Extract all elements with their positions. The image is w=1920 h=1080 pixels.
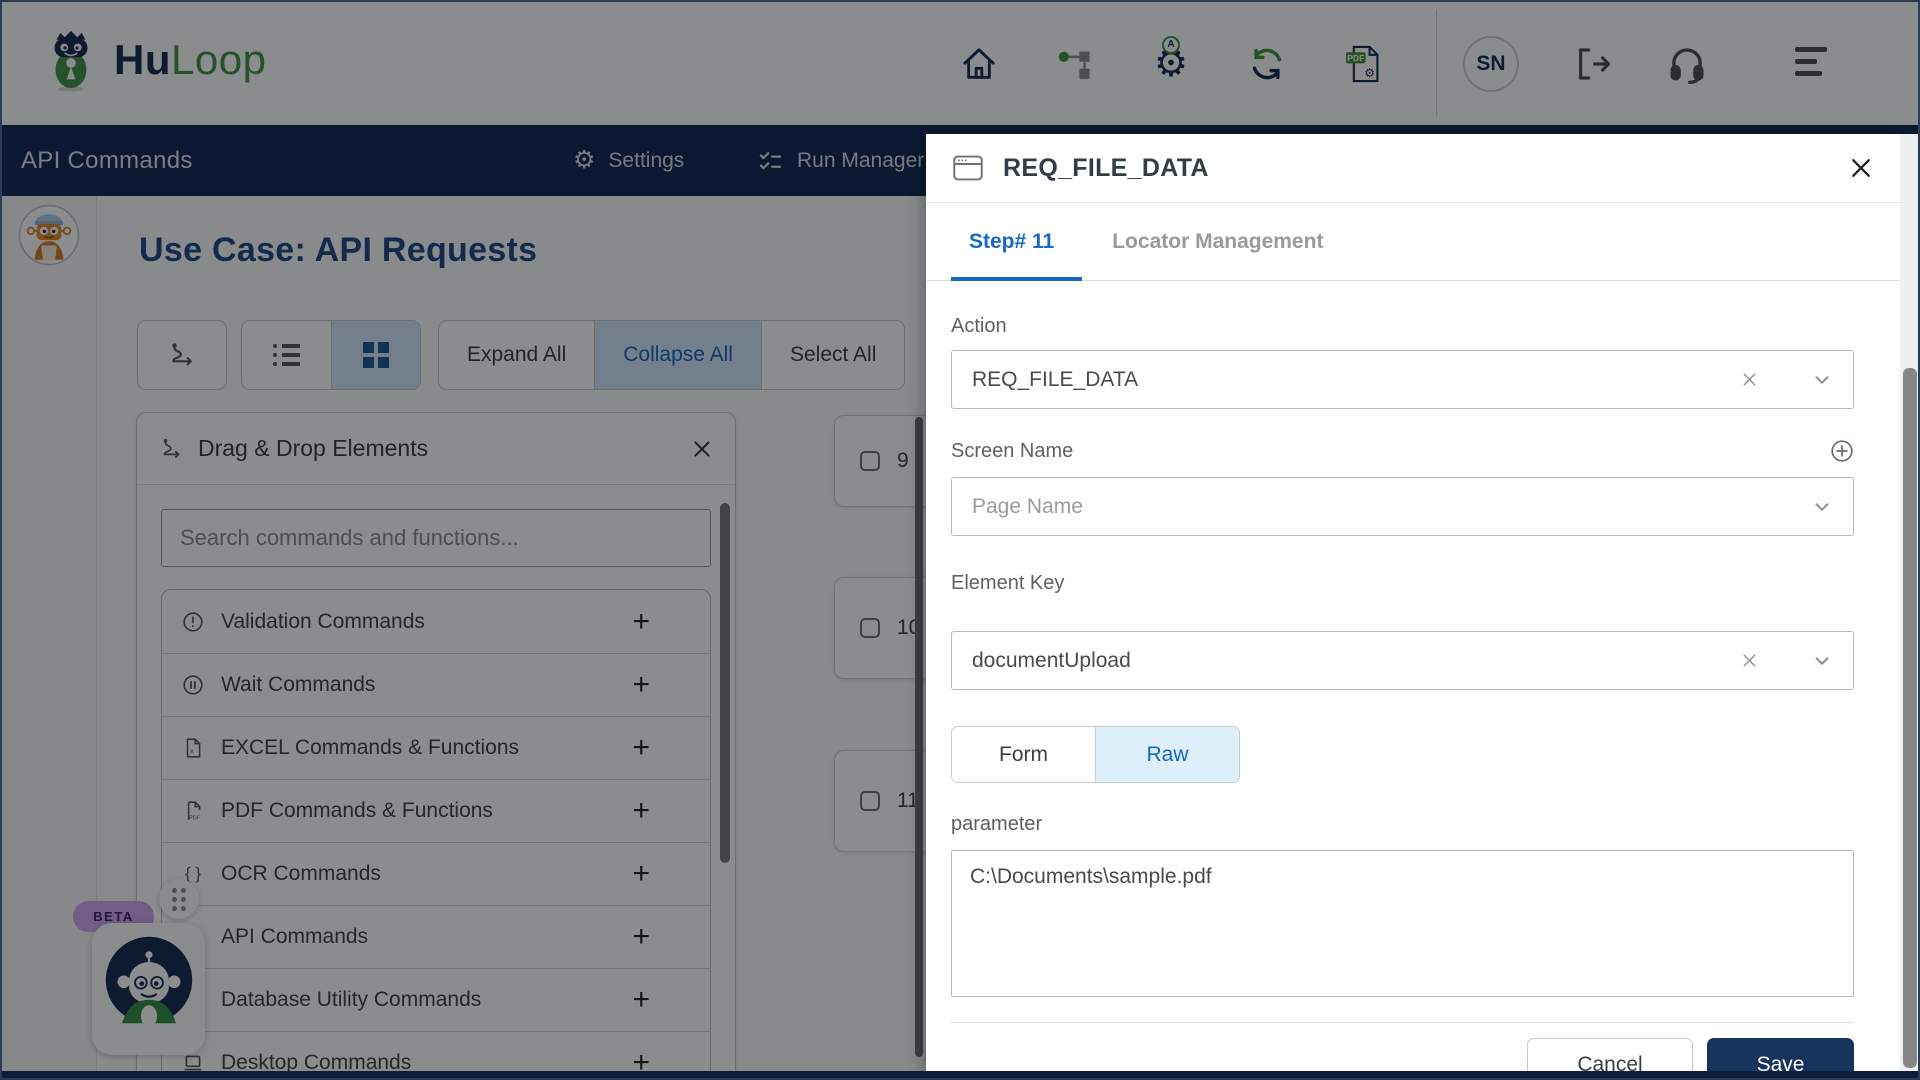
parameter-label: parameter [951,813,1043,835]
drawer-tabs: Step# 11 Locator Management [926,203,1900,281]
parameter-textarea[interactable]: C:\Documents\sample.pdf [951,850,1854,997]
add-screen-icon[interactable] [1830,439,1854,463]
element-key-label: Element Key [951,572,1065,594]
drawer-header: REQ_FILE_DATA [926,134,1900,203]
drawer-scrollbar-thumb[interactable] [1903,368,1917,1068]
raw-toggle-button[interactable]: Raw [1095,727,1239,782]
window-bottom-edge [2,1071,1918,1078]
screen-name-select[interactable]: Page Name [951,477,1854,536]
close-icon[interactable] [1848,155,1874,181]
step-detail-drawer: REQ_FILE_DATA Step# 11 Locator Managemen… [926,134,1900,1078]
drawer-body: Action REQ_FILE_DATA Screen Name Page Na… [926,281,1900,1078]
tab-locator-management[interactable]: Locator Management [1094,230,1341,254]
screen-name-placeholder: Page Name [972,494,1083,518]
action-label: Action [951,315,1007,337]
chevron-down-icon[interactable] [1811,369,1833,391]
chevron-down-icon[interactable] [1811,496,1833,518]
footer-divider [951,1022,1854,1023]
tab-step-11[interactable]: Step# 11 [951,230,1072,254]
action-value: REQ_FILE_DATA [972,367,1139,391]
action-select[interactable]: REQ_FILE_DATA [951,350,1854,409]
drawer-scrollbar-track[interactable] [1900,134,1918,1078]
form-raw-toggle: Form Raw [951,726,1240,783]
element-key-value: documentUpload [972,648,1131,672]
clear-icon[interactable] [1740,370,1759,389]
clear-icon[interactable] [1740,651,1759,670]
chevron-down-icon[interactable] [1811,650,1833,672]
drawer-title: REQ_FILE_DATA [1003,153,1209,182]
app-window: HuLoop ⚙ A PDF ⚙ SN API Commands ⚙ Setti… [0,0,1920,1080]
active-tab-indicator [951,277,1082,281]
form-toggle-button[interactable]: Form [952,727,1095,782]
element-key-select[interactable]: documentUpload [951,631,1854,690]
screen-name-label: Screen Name [951,439,1074,462]
window-icon [953,155,983,181]
